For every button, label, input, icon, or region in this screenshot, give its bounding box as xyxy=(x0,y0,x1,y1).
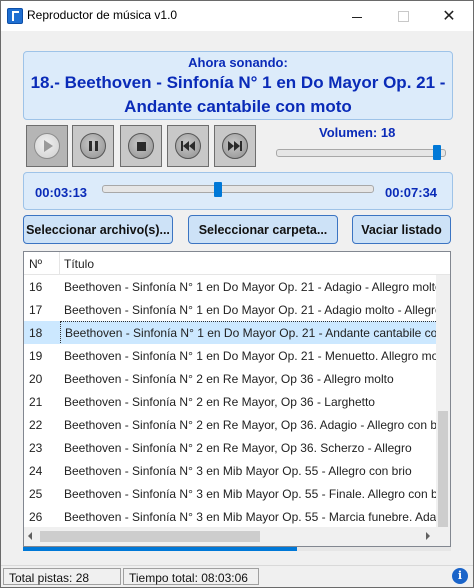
maximize-icon xyxy=(397,10,409,22)
stop-icon xyxy=(128,133,154,159)
track-number: 18 xyxy=(29,326,43,340)
playback-progress-bar xyxy=(23,547,451,551)
table-row[interactable]: 23 Beethoven - Sinfonía N° 2 en Re Mayor,… xyxy=(24,436,436,459)
table-row[interactable]: 25 Beethoven - Sinfonía N° 3 en Mib Mayor… xyxy=(24,482,436,505)
horizontal-scrollbar-thumb[interactable] xyxy=(40,531,260,542)
playlist-header: Nº Título xyxy=(24,252,450,275)
close-icon: ✕ xyxy=(442,8,456,25)
close-button[interactable]: ✕ xyxy=(426,1,472,31)
play-button[interactable] xyxy=(26,125,68,167)
track-number: 22 xyxy=(29,418,43,432)
track-number: 26 xyxy=(29,510,43,524)
track-title: Beethoven - Sinfonía N° 2 en Re Mayor, O… xyxy=(64,395,375,409)
column-header-title[interactable]: Título xyxy=(64,257,94,271)
track-title: Beethoven - Sinfonía N° 3 en Mib Mayor O… xyxy=(64,464,412,478)
table-row[interactable]: 17 Beethoven - Sinfonía N° 1 en Do Mayor … xyxy=(24,298,436,321)
table-row[interactable]: 21 Beethoven - Sinfonía N° 2 en Re Mayor,… xyxy=(24,390,436,413)
now-playing-label: Ahora sonando: xyxy=(188,55,288,70)
seek-slider[interactable] xyxy=(102,185,374,193)
pause-icon xyxy=(80,133,106,159)
track-title: Beethoven - Sinfonía N° 2 en Re Mayor, O… xyxy=(64,418,436,432)
table-row[interactable]: 22 Beethoven - Sinfonía N° 2 en Re Mayor,… xyxy=(24,413,436,436)
table-row[interactable]: 26 Beethoven - Sinfonía N° 3 en Mib Mayor… xyxy=(24,505,436,527)
play-icon xyxy=(34,133,60,159)
track-number: 23 xyxy=(29,441,43,455)
minimize-button[interactable] xyxy=(334,1,380,31)
current-time: 00:03:13 xyxy=(35,185,88,200)
track-title: Beethoven - Sinfonía N° 1 en Do Mayor Op… xyxy=(60,321,436,344)
total-tracks-status: Total pistas: 28 xyxy=(3,568,121,585)
track-title: Beethoven - Sinfonía N° 2 en Re Mayor, O… xyxy=(64,372,394,386)
track-title: Beethoven - Sinfonía N° 1 en Do Mayor Op… xyxy=(64,280,436,294)
skip-back-icon xyxy=(175,133,201,159)
table-row[interactable]: 20 Beethoven - Sinfonía N° 2 en Re Mayor,… xyxy=(24,367,436,390)
skip-forward-icon xyxy=(222,133,248,159)
scroll-right-icon[interactable] xyxy=(426,532,430,540)
table-row-selected[interactable]: 18 Beethoven - Sinfonía N° 1 en Do Mayor … xyxy=(24,321,436,344)
clear-list-button[interactable]: Vaciar listado xyxy=(352,215,451,244)
track-title: Beethoven - Sinfonía N° 3 en Mib Mayor O… xyxy=(64,487,436,501)
select-folder-button[interactable]: Seleccionar carpeta... xyxy=(188,215,338,244)
track-number: 17 xyxy=(29,303,43,317)
playlist[interactable]: Nº Título 16 Beethoven - Sinfonía N° 1 en… xyxy=(23,251,451,547)
scroll-left-icon[interactable] xyxy=(28,532,32,540)
track-title: Beethoven - Sinfonía N° 2 en Re Mayor, O… xyxy=(64,441,412,455)
track-number: 20 xyxy=(29,372,43,386)
track-number: 16 xyxy=(29,280,43,294)
player-window: Reproductor de música v1.0 ✕ Ahora sonan… xyxy=(0,0,474,588)
volume-slider-thumb[interactable] xyxy=(433,145,442,160)
total-time-status: Tiempo total: 08:03:06 xyxy=(123,568,259,585)
playback-progress-fill xyxy=(23,547,297,551)
table-row[interactable]: 16 Beethoven - Sinfonía N° 1 en Do Mayor … xyxy=(24,275,436,298)
track-number: 19 xyxy=(29,349,43,363)
table-row[interactable]: 19 Beethoven - Sinfonía N° 1 en Do Mayor … xyxy=(24,344,436,367)
now-playing-panel: Ahora sonando: 18.- Beethoven - Sinfonía… xyxy=(23,51,453,120)
volume-label: Volumen: 18 xyxy=(319,125,396,140)
title-bar: Reproductor de música v1.0 ✕ xyxy=(1,1,473,31)
previous-track-button[interactable] xyxy=(167,125,209,167)
select-files-button[interactable]: Seleccionar archivo(s)... xyxy=(23,215,173,244)
playlist-rows: 16 Beethoven - Sinfonía N° 1 en Do Mayor … xyxy=(24,275,436,527)
vertical-scrollbar-thumb[interactable] xyxy=(438,411,448,527)
status-bar: Total pistas: 28 Tiempo total: 08:03:06 … xyxy=(1,565,473,587)
pause-button[interactable] xyxy=(72,125,114,167)
seek-panel: 00:03:13 00:07:34 xyxy=(23,172,453,210)
track-title: Beethoven - Sinfonía N° 1 en Do Mayor Op… xyxy=(64,303,436,317)
track-number: 24 xyxy=(29,464,43,478)
scrollbar-corner xyxy=(436,527,450,546)
seek-slider-thumb[interactable] xyxy=(214,182,223,197)
vertical-scrollbar[interactable] xyxy=(436,275,450,527)
column-header-number[interactable]: Nº xyxy=(29,257,42,271)
maximize-button xyxy=(380,1,426,31)
now-playing-title: 18.- Beethoven - Sinfonía N° 1 en Do May… xyxy=(30,73,446,116)
minimize-icon xyxy=(352,16,362,18)
stop-button[interactable] xyxy=(120,125,162,167)
horizontal-scrollbar[interactable] xyxy=(24,527,436,546)
volume-slider[interactable] xyxy=(276,149,446,157)
track-number: 21 xyxy=(29,395,43,409)
track-title: Beethoven - Sinfonía N° 1 en Do Mayor Op… xyxy=(64,349,436,363)
window-title: Reproductor de música v1.0 xyxy=(27,8,178,22)
next-track-button[interactable] xyxy=(214,125,256,167)
app-icon xyxy=(7,8,23,24)
track-title: Beethoven - Sinfonía N° 3 en Mib Mayor O… xyxy=(64,510,436,524)
table-row[interactable]: 24 Beethoven - Sinfonía N° 3 en Mib Mayor… xyxy=(24,459,436,482)
info-icon[interactable]: i xyxy=(452,568,468,584)
track-number: 25 xyxy=(29,487,43,501)
total-time: 00:07:34 xyxy=(385,185,438,200)
